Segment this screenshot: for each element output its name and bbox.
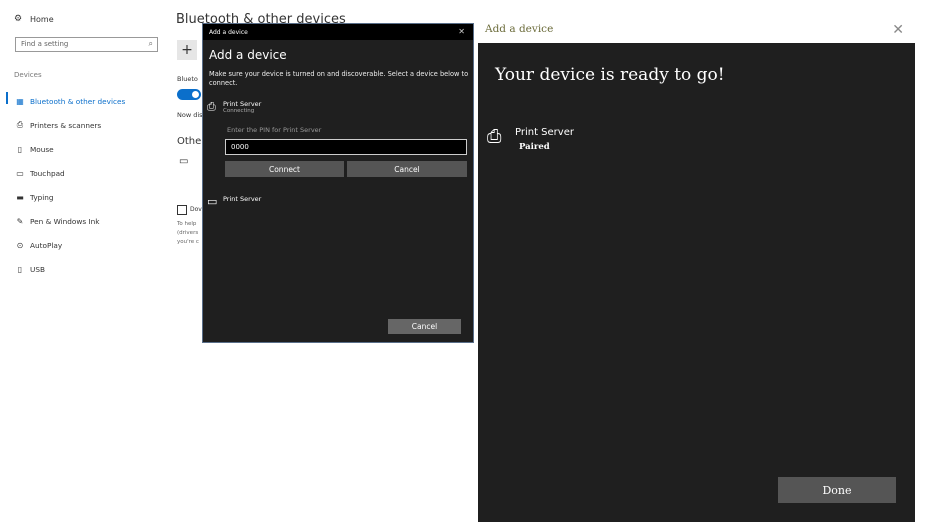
help-line: you're c [177,239,199,245]
sidebar-section-label: Devices [14,71,42,79]
device-item-print-server[interactable]: ⎙ Print Server Connecting [207,100,261,114]
sidebar-item-label: USB [30,264,45,274]
printer-icon: ⎙ [16,120,24,129]
cancel-button[interactable]: Cancel [388,319,461,334]
device-status: Connecting [223,108,255,114]
dialog-heading: Your device is ready to go! [495,65,725,85]
autoplay-icon: ⊙ [16,240,24,250]
dialog-body: Your device is ready to go! ⎙ Print Serv… [478,43,915,522]
add-device-dialog-large: Add a device ✕ Your device is ready to g… [478,0,926,526]
pen-icon: ✎ [16,216,24,226]
sidebar-item-touchpad[interactable]: ▭ Touchpad [6,161,166,185]
sidebar-item-pen[interactable]: ✎ Pen & Windows Ink [6,209,166,233]
usb-icon: ▯ [17,264,23,274]
device-name: Print Server [223,195,262,203]
sidebar-item-typing[interactable]: ▬ Typing [6,185,166,209]
close-icon[interactable]: ✕ [892,22,904,38]
sidebar-item-label: Bluetooth & other devices [30,96,126,106]
printer-icon: ⎙ [487,126,502,147]
printer-icon: ⎙ [207,100,216,113]
bluetooth-label: Blueto [177,75,198,83]
sidebar-item-label: Pen & Windows Ink [30,216,100,226]
sidebar-item-printers[interactable]: ⎙ Printers & scanners [6,113,166,137]
dialog-title: Add a device [209,29,248,36]
monitor-icon: ▭ [207,195,218,208]
sidebar-list: ▦ Bluetooth & other devices ⎙ Printers &… [6,89,166,281]
gear-icon: ⚙ [14,14,23,24]
dialog-heading: Add a device [209,48,287,62]
device-name: Print Server [515,127,574,138]
bluetooth-toggle[interactable] [177,89,201,100]
connect-button[interactable]: Connect [225,161,344,177]
sidebar-item-bluetooth[interactable]: ▦ Bluetooth & other devices [6,89,166,113]
paired-device: ⎙ Print Server Paired [487,126,574,152]
help-line: (drivers [177,230,199,236]
sidebar-home[interactable]: ⚙ Home [14,14,54,24]
device-name: Print Server [223,100,262,108]
plus-icon: + [181,42,193,58]
search-input[interactable]: Find a setting ⌕ [15,37,158,52]
done-button[interactable]: Done [778,477,896,503]
bluetooth-icon: ▦ [16,96,24,106]
device-item-print-server-2[interactable]: ▭ Print Server [207,195,261,208]
keyboard-device-icon[interactable]: ▭ [179,156,188,167]
sidebar-item-label: Typing [30,192,54,202]
discoverable-text: Now dis [177,111,203,119]
dialog-instructions: Make sure your device is turned on and d… [209,70,469,87]
home-label: Home [30,14,54,24]
add-device-dialog-small: Add a device ✕ Add a device Make sure yo… [202,23,474,343]
metered-checkbox[interactable] [177,205,187,215]
dialog-titlebar: Add a device ✕ [203,24,473,40]
touchpad-icon: ▭ [16,168,24,178]
keyboard-icon: ▬ [16,192,24,202]
sidebar-item-label: AutoPlay [30,240,63,250]
sidebar-item-label: Mouse [30,144,54,154]
checkbox-label: Dov [190,206,202,213]
mouse-icon: ▯ [17,144,23,154]
help-text: To help (drivers you're c [177,220,199,247]
search-icon: ⌕ [148,39,153,48]
device-status: Paired [519,142,550,152]
help-line: To help [177,221,197,227]
sidebar-item-label: Touchpad [30,168,65,178]
pin-label: Enter the PIN for Print Server [227,126,322,134]
close-icon[interactable]: ✕ [458,27,465,36]
sidebar-item-label: Printers & scanners [30,120,102,130]
search-placeholder: Find a setting [21,40,69,48]
sidebar-item-usb[interactable]: ▯ USB [6,257,166,281]
dialog-title: Add a device [485,23,554,35]
pin-input[interactable]: 0000 [225,139,467,155]
sidebar-item-mouse[interactable]: ▯ Mouse [6,137,166,161]
sidebar-item-autoplay[interactable]: ⊙ AutoPlay [6,233,166,257]
add-device-button[interactable]: + [177,40,197,60]
cancel-pin-button[interactable]: Cancel [347,161,467,177]
